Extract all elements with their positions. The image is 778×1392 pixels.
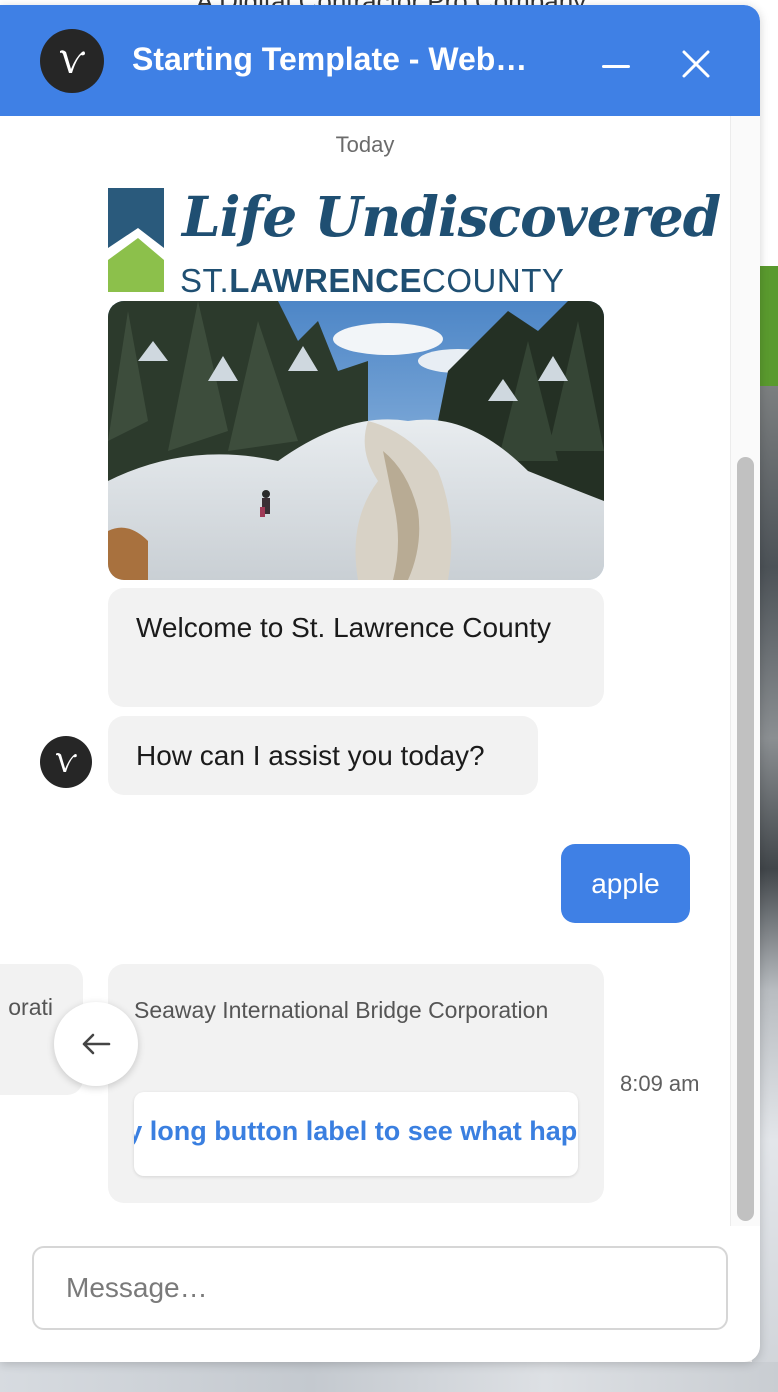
message-composer bbox=[32, 1246, 728, 1330]
carousel-prev-button[interactable] bbox=[54, 1002, 138, 1086]
winter-waterfall-image bbox=[108, 301, 604, 580]
logo-script-text: Life Undiscovered bbox=[182, 184, 721, 249]
date-separator: Today bbox=[335, 132, 395, 157]
user-message: apple bbox=[561, 844, 690, 923]
county-logo-mark bbox=[108, 188, 164, 292]
bot-avatar bbox=[40, 736, 92, 788]
carousel-card: Seaway International Bridge Corporation … bbox=[108, 964, 604, 1203]
carousel-card-button[interactable]: really long button label to see what hap… bbox=[134, 1092, 578, 1176]
message-input[interactable] bbox=[34, 1248, 726, 1328]
close-button[interactable] bbox=[670, 35, 722, 87]
logo-county-text: ST.LAWRENCECOUNTY bbox=[180, 262, 565, 299]
scrollbar-thumb[interactable] bbox=[737, 457, 754, 1221]
v-logo-icon bbox=[40, 29, 104, 93]
carousel-card-button-label: really long button label to see what hap… bbox=[134, 1116, 578, 1146]
county-logo: Life Undiscovered ST.LAWRENCECOUNTY bbox=[108, 184, 721, 299]
message-timestamp: 8:09 am bbox=[620, 1071, 700, 1096]
arrow-left-icon bbox=[82, 1033, 111, 1055]
chat-title: Starting Template - Web… bbox=[132, 41, 528, 77]
close-icon bbox=[682, 50, 710, 78]
carousel-card-text: Seaway International Bridge Corporation bbox=[134, 997, 549, 1023]
chat-header: Starting Template - Web… bbox=[0, 5, 760, 116]
bot-message-assist: How can I assist you today? bbox=[108, 716, 538, 795]
carousel-card-previous-text: orati bbox=[8, 994, 53, 1020]
background-footer-strip bbox=[0, 1362, 778, 1392]
minimize-button[interactable] bbox=[590, 41, 642, 93]
conversation-pane[interactable]: Today Life Undiscovered ST.LAWRENCECOUNT… bbox=[0, 116, 730, 1226]
v-logo-icon bbox=[56, 753, 77, 772]
minimize-icon bbox=[602, 65, 630, 68]
bot-message-welcome: Welcome to St. Lawrence County bbox=[108, 588, 604, 707]
chat-widget: Starting Template - Web… Today Life Undi… bbox=[0, 5, 760, 1362]
